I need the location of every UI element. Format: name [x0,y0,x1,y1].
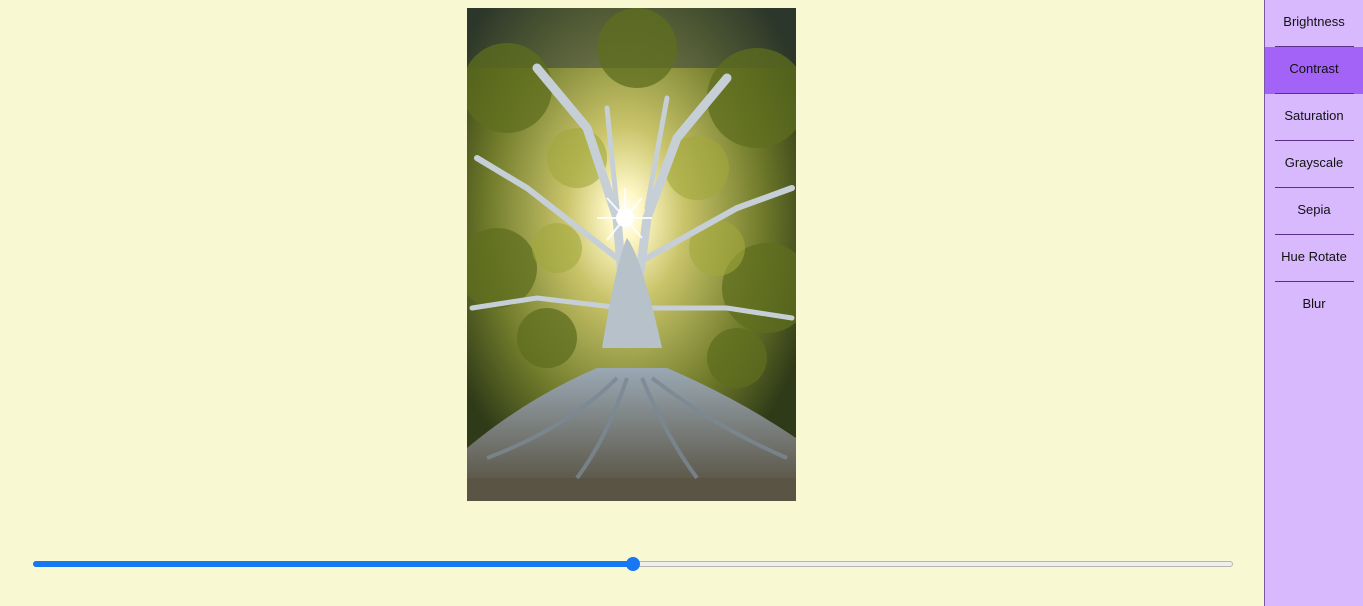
filter-grayscale-button[interactable]: Grayscale [1265,141,1363,188]
filter-label: Blur [1302,296,1326,311]
adjustment-slider[interactable] [33,556,1233,574]
filter-label: Saturation [1284,108,1344,123]
filter-brightness-button[interactable]: Brightness [1265,0,1363,47]
filter-saturation-button[interactable]: Saturation [1265,94,1363,141]
filter-label: Contrast [1289,61,1339,76]
slider-fill [33,561,633,567]
filter-label: Grayscale [1284,155,1344,170]
slider-thumb[interactable] [626,557,640,571]
filter-label: Sepia [1297,202,1331,217]
tree-photo-image [467,8,796,501]
filter-sepia-button[interactable]: Sepia [1265,188,1363,235]
filter-sidebar: Brightness Contrast Saturation Grayscale… [1264,0,1363,606]
editor-main [0,0,1264,606]
filter-hue-rotate-button[interactable]: Hue Rotate [1265,235,1363,282]
filter-blur-button[interactable]: Blur [1265,282,1363,329]
filter-label: Brightness [1283,14,1345,29]
filter-label: Hue Rotate [1281,249,1347,264]
filter-contrast-button[interactable]: Contrast [1265,47,1363,94]
